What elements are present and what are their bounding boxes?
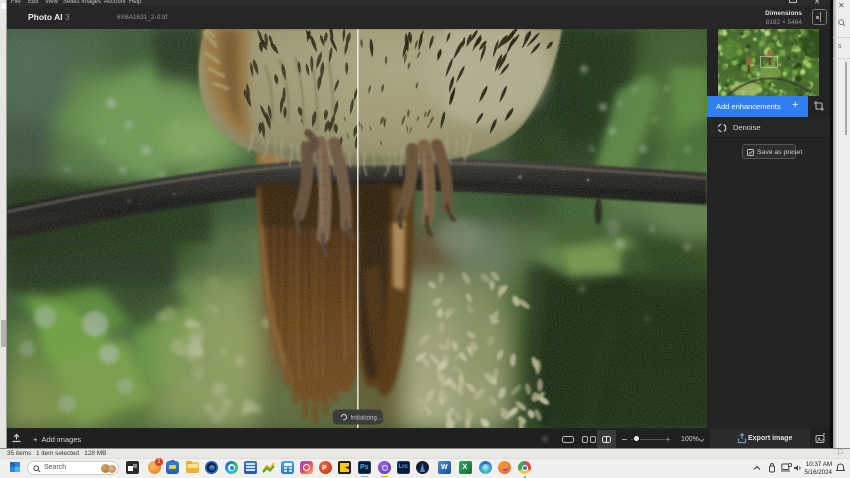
svg-text:Initializing...: Initializing... [351, 416, 383, 422]
